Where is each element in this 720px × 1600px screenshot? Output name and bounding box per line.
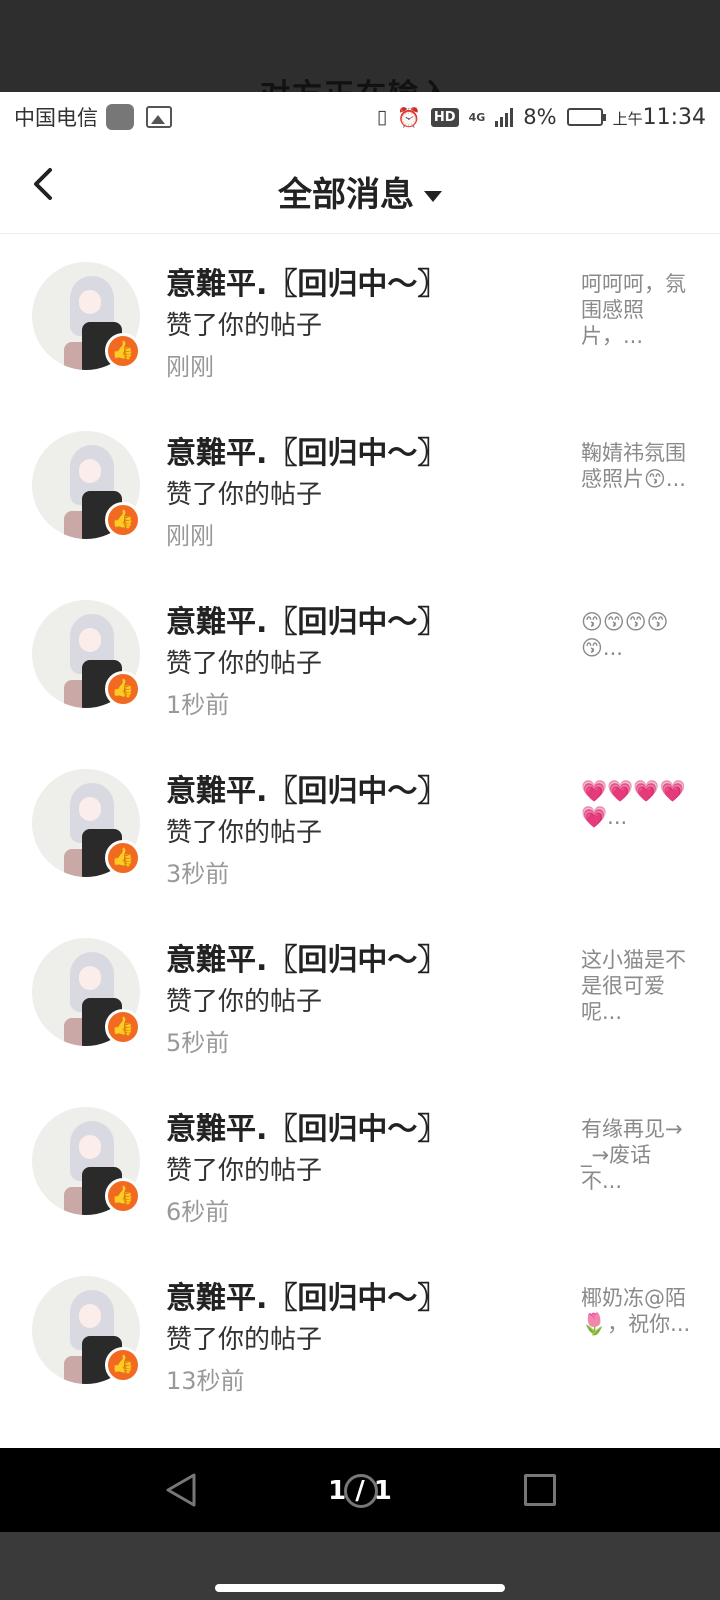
alarm-icon: ⏰ xyxy=(397,106,421,129)
app-notification-icon xyxy=(106,104,134,130)
page-title: 全部消息 xyxy=(278,175,414,215)
timestamp: 1秒前 xyxy=(166,691,230,719)
thumbs-up-icon: 👍 xyxy=(105,502,141,538)
sender-name[interactable]: 意難平.〖回归中～〗 xyxy=(166,597,447,641)
timestamp: 刚刚 xyxy=(166,353,214,381)
post-preview[interactable]: 鞠婧祎氛围感照片😙... xyxy=(581,440,691,492)
gesture-area xyxy=(0,1532,720,1600)
message-list: 👍 意難平.〖回归中～〗 赞了你的帖子 刚刚 呵呵呵，氛围感照片，... 👍 意… xyxy=(0,235,720,1418)
timestamp: 6秒前 xyxy=(166,1198,230,1226)
list-item[interactable]: 👍 意難平.〖回归中～〗 赞了你的帖子 刚刚 鞠婧祎氛围感照片😙... xyxy=(0,404,720,573)
image-pager: 1 / 1 xyxy=(328,1476,392,1506)
post-preview[interactable]: 这小猫是不是很可爱呢... xyxy=(581,947,691,1025)
notification-action: 赞了你的帖子 xyxy=(166,1156,323,1186)
thumbs-up-icon: 👍 xyxy=(105,840,141,876)
list-item[interactable]: 👍 意難平.〖回归中～〗 赞了你的帖子 5秒前 这小猫是不是很可爱呢... xyxy=(0,911,720,1080)
caret-down-icon xyxy=(424,191,442,202)
list-item[interactable]: 👍 意難平.〖回归中～〗 赞了你的帖子 1秒前 😙😙😙😙😙... xyxy=(0,573,720,742)
post-preview[interactable]: 呵呵呵，氛围感照片，... xyxy=(581,271,691,349)
notification-action: 赞了你的帖子 xyxy=(166,1325,323,1355)
list-item[interactable]: 👍 意難平.〖回归中～〗 赞了你的帖子 刚刚 呵呵呵，氛围感照片，... xyxy=(0,235,720,404)
carrier-label: 中国电信 xyxy=(14,106,98,130)
navigation-bar: 1 / 1 xyxy=(0,1448,720,1532)
notification-action: 赞了你的帖子 xyxy=(166,987,323,1017)
notification-action: 赞了你的帖子 xyxy=(166,649,323,679)
timestamp: 5秒前 xyxy=(166,1029,230,1057)
sender-name[interactable]: 意難平.〖回归中～〗 xyxy=(166,935,447,979)
network-type: 4G xyxy=(468,110,486,124)
notification-action: 赞了你的帖子 xyxy=(166,818,323,848)
battery-icon xyxy=(566,108,606,126)
notification-action: 赞了你的帖子 xyxy=(166,311,323,341)
sender-name[interactable]: 意難平.〖回归中～〗 xyxy=(166,1273,447,1317)
sender-name[interactable]: 意難平.〖回归中～〗 xyxy=(166,428,447,472)
thumbs-up-icon: 👍 xyxy=(105,1178,141,1214)
timestamp: 3秒前 xyxy=(166,860,230,888)
post-preview[interactable]: 椰奶冻@陌🌷，祝你... xyxy=(581,1285,691,1337)
thumbs-up-icon: 👍 xyxy=(105,333,141,369)
sender-name[interactable]: 意難平.〖回归中～〗 xyxy=(166,766,447,810)
typing-indicator-text: 对方正在输入 xyxy=(260,70,452,92)
image-notification-icon xyxy=(146,106,172,128)
post-preview[interactable]: 😙😙😙😙😙... xyxy=(581,609,691,661)
time-period: 上午 xyxy=(612,109,643,128)
clock: 11:34 xyxy=(642,104,706,130)
vibrate-icon: ▯ xyxy=(376,106,388,128)
signal-icon xyxy=(495,107,514,127)
battery-percent: 8% xyxy=(523,105,557,129)
timestamp: 13秒前 xyxy=(166,1367,245,1395)
hd-icon: HD xyxy=(430,107,459,127)
status-bar: 中国电信 ▯ ⏰ HD 4G 8% 上午11:34 xyxy=(0,92,720,142)
page-header: 全部消息 xyxy=(0,142,720,234)
thumbs-up-icon: 👍 xyxy=(105,1347,141,1383)
home-indicator[interactable] xyxy=(215,1584,505,1592)
thumbs-up-icon: 👍 xyxy=(105,671,141,707)
post-preview[interactable]: 有缘再见→_→废话不... xyxy=(581,1116,691,1194)
thumbs-up-icon: 👍 xyxy=(105,1009,141,1045)
timestamp: 刚刚 xyxy=(166,522,214,550)
sender-name[interactable]: 意難平.〖回归中～〗 xyxy=(166,259,447,303)
message-screenshot: 中国电信 ▯ ⏰ HD 4G 8% 上午11:34 全部消息 👍 意難平.〖回归… xyxy=(0,92,720,1448)
list-item[interactable]: 👍 意難平.〖回归中～〗 赞了你的帖子 6秒前 有缘再见→_→废话不... xyxy=(0,1080,720,1249)
sender-name[interactable]: 意難平.〖回归中～〗 xyxy=(166,1104,447,1148)
message-filter-dropdown[interactable]: 全部消息 xyxy=(0,167,720,216)
status-icons: ▯ ⏰ HD 4G 8% 上午11:34 xyxy=(377,105,706,130)
notification-action: 赞了你的帖子 xyxy=(166,480,323,510)
list-item[interactable]: 👍 意難平.〖回归中～〗 赞了你的帖子 13秒前 椰奶冻@陌🌷，祝你... xyxy=(0,1249,720,1418)
viewer-top-bar: 对方正在输入 xyxy=(0,0,720,92)
page: 对方正在输入 中国电信 ▯ ⏰ HD 4G 8% 上午11:34 全部消息 xyxy=(0,0,720,1600)
list-item[interactable]: 👍 意難平.〖回归中～〗 赞了你的帖子 3秒前 💗💗💗💗💗... xyxy=(0,742,720,911)
post-preview[interactable]: 💗💗💗💗💗... xyxy=(581,778,691,830)
